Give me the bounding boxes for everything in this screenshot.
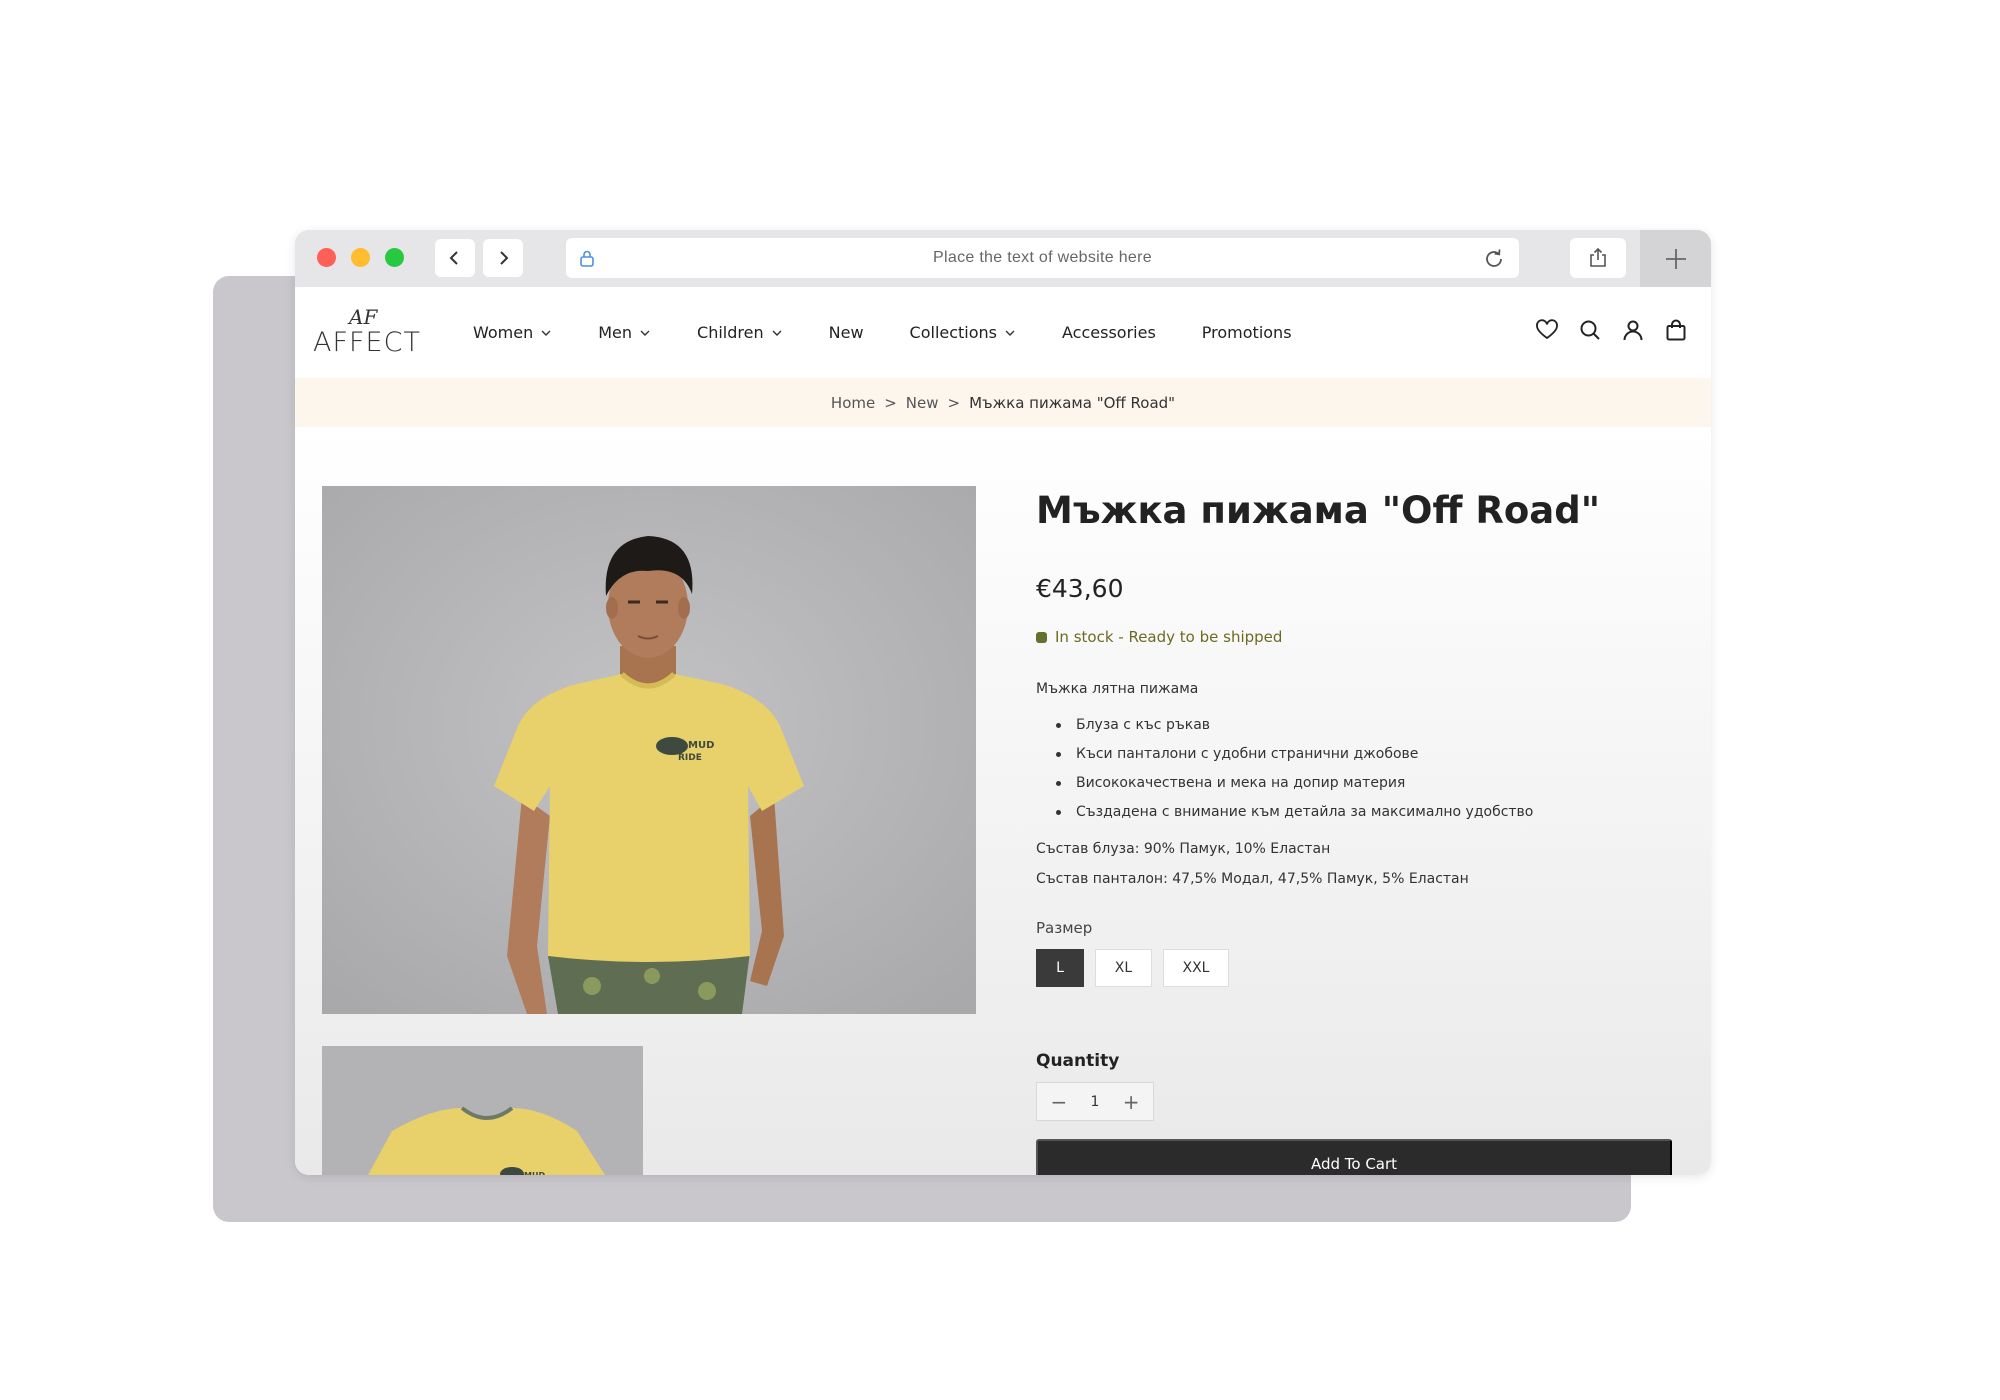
share-button[interactable]	[1570, 238, 1626, 278]
feature-item: Къси панталони с удобни странични джобов…	[1056, 746, 1533, 775]
forward-icon	[500, 251, 509, 265]
wishlist-button[interactable]	[1534, 317, 1560, 343]
url-text: Place the text of website here	[933, 249, 1152, 266]
nav-item-label: Collections	[909, 323, 998, 342]
nav-item-label: Men	[598, 323, 633, 342]
size-label: Размер	[1036, 919, 1093, 937]
svg-text:RIDE: RIDE	[678, 753, 702, 763]
thumbnail-photo: MUD	[322, 1046, 643, 1175]
heart-icon	[1536, 319, 1558, 340]
main-nav: Women Men Children New Collections Acces…	[473, 287, 1338, 378]
product-thumbnail[interactable]: MUD	[322, 1046, 643, 1175]
nav-item-label: Women	[473, 323, 534, 342]
breadcrumb-separator: >	[947, 393, 961, 412]
stock-status: In stock - Ready to be shipped	[1036, 628, 1282, 646]
new-tab-button[interactable]	[1640, 230, 1711, 287]
stock-text: In stock - Ready to be shipped	[1055, 628, 1283, 646]
logo-monogram: AF	[349, 305, 378, 329]
maximize-window-button[interactable]	[385, 248, 404, 267]
nav-item-accessories[interactable]: Accessories	[1062, 323, 1156, 342]
stock-indicator-icon	[1036, 631, 1047, 643]
quantity-increase-button[interactable]: +	[1119, 1090, 1143, 1114]
nav-item-label: Children	[697, 323, 764, 342]
feature-list: Блуза с къс ръкав Къси панталони с удобн…	[1056, 717, 1533, 833]
site-header: AF AFFECT Women Men Children New Collect…	[295, 287, 1711, 378]
composition-top: Състав блуза: 90% Памук, 10% Еластан	[1036, 841, 1331, 857]
chevron-down-icon	[541, 330, 551, 336]
product-description: Мъжка лятна пижама	[1036, 681, 1199, 697]
cart-button[interactable]	[1663, 317, 1689, 343]
breadcrumb-home[interactable]: Home	[831, 394, 875, 412]
search-icon	[1580, 320, 1600, 340]
composition-bottom: Състав панталон: 47,5% Модал, 47,5% Паму…	[1036, 871, 1469, 887]
back-icon	[449, 251, 458, 265]
quantity-label: Quantity	[1036, 1051, 1120, 1071]
search-button[interactable]	[1577, 317, 1603, 343]
account-icon	[1623, 320, 1643, 341]
product-price: €43,60	[1036, 574, 1124, 603]
nav-item-men[interactable]: Men	[598, 323, 651, 342]
nav-item-label: New	[828, 323, 864, 342]
model-photo: MUD RIDE	[322, 486, 976, 1014]
nav-item-promotions[interactable]: Promotions	[1202, 323, 1292, 342]
product-title: Мъжка пижама "Off Road"	[1036, 489, 1600, 532]
breadcrumb: Home > New > Мъжка пижама "Off Road"	[295, 378, 1711, 427]
feature-item: Висококачествена и мека на допир материя	[1056, 775, 1533, 804]
nav-item-new[interactable]: New	[829, 323, 864, 342]
forward-button[interactable]	[483, 239, 523, 277]
product-main-image[interactable]: MUD RIDE	[322, 486, 976, 1014]
minimize-window-button[interactable]	[351, 248, 370, 267]
nav-item-label: Promotions	[1201, 323, 1292, 342]
back-button[interactable]	[435, 239, 475, 277]
size-option-xl[interactable]: XL	[1095, 949, 1152, 987]
browser-window: Place the text of website here AF AFFECT	[295, 230, 1711, 1175]
quantity-stepper: − 1 +	[1036, 1082, 1154, 1121]
close-window-button[interactable]	[317, 248, 336, 267]
quantity-decrease-button[interactable]: −	[1047, 1090, 1071, 1114]
nav-item-women[interactable]: Women	[473, 323, 552, 342]
chevron-down-icon	[772, 330, 782, 336]
size-option-l[interactable]: L	[1036, 949, 1084, 987]
product-page: MUD RIDE MUD Мъжка пижама	[295, 427, 1711, 1175]
nav-item-children[interactable]: Children	[697, 323, 783, 342]
share-icon	[1590, 247, 1606, 267]
feature-item: Създадена с внимание към детайла за макс…	[1056, 804, 1533, 833]
breadcrumb-category[interactable]: New	[906, 394, 939, 412]
logo-wordmark: AFFECT	[313, 327, 421, 358]
browser-toolbar: Place the text of website here	[295, 230, 1711, 287]
size-option-xxl[interactable]: XXL	[1163, 949, 1229, 987]
plus-icon	[1665, 248, 1686, 269]
bag-icon	[1666, 319, 1686, 341]
chevron-down-icon	[640, 330, 650, 336]
brand-logo[interactable]: AF AFFECT	[313, 305, 420, 361]
reload-icon[interactable]	[1481, 246, 1507, 272]
nav-item-label: Accessories	[1062, 323, 1156, 342]
header-actions	[1517, 317, 1689, 343]
quantity-value[interactable]: 1	[1091, 1094, 1100, 1110]
breadcrumb-current: Мъжка пижама "Off Road"	[969, 393, 1176, 412]
svg-text:MUD: MUD	[688, 740, 714, 751]
svg-text:MUD: MUD	[524, 1171, 545, 1175]
chevron-down-icon	[1005, 330, 1015, 336]
account-button[interactable]	[1620, 317, 1646, 343]
nav-item-collections[interactable]: Collections	[910, 323, 1016, 342]
breadcrumb-separator: >	[884, 393, 897, 412]
add-to-cart-button[interactable]: Add To Cart	[1036, 1139, 1672, 1175]
feature-item: Блуза с къс ръкав	[1056, 717, 1533, 746]
size-selector: L XL XXL	[1036, 949, 1240, 987]
address-bar[interactable]: Place the text of website here	[566, 238, 1519, 278]
